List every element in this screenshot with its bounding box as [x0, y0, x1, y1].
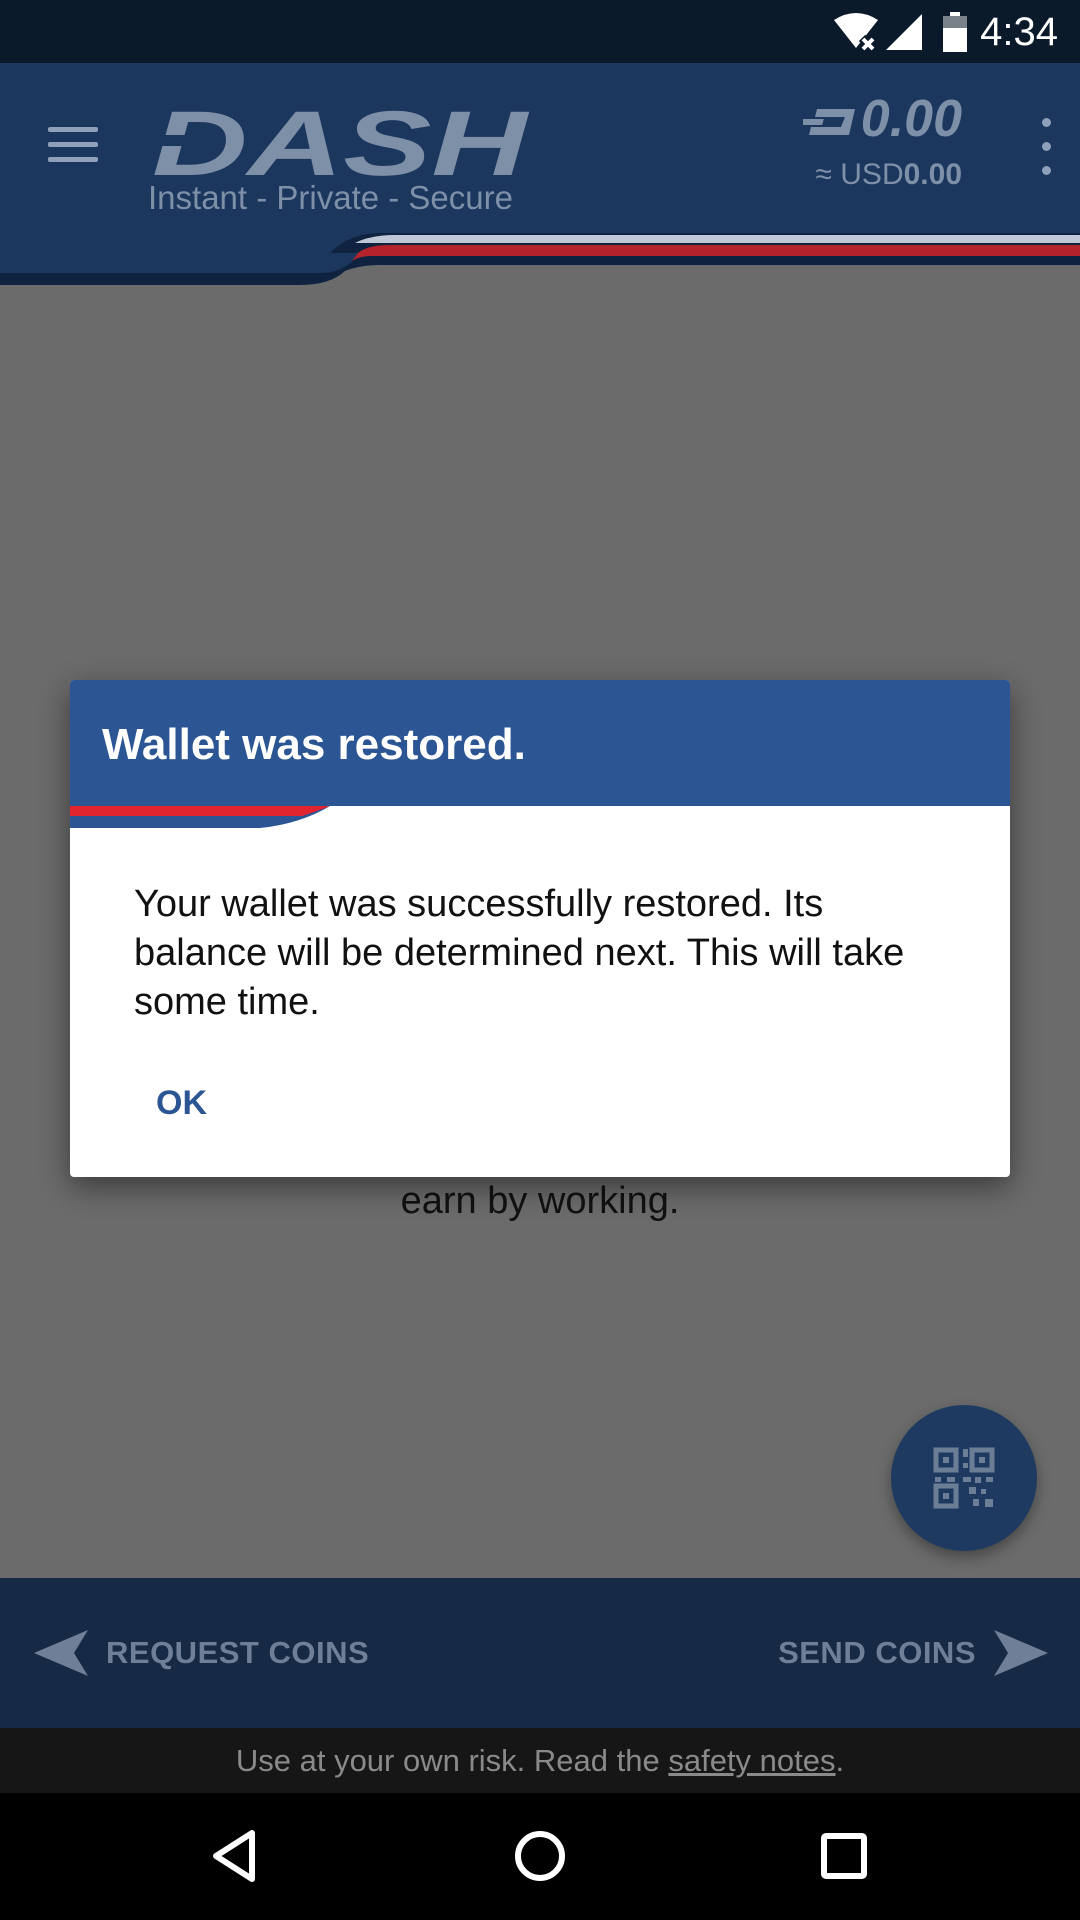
arrow-right-icon: [994, 1630, 1048, 1676]
status-bar: 4:34: [0, 0, 1080, 63]
request-coins-label: REQUEST COINS: [106, 1635, 370, 1670]
dialog-header: Wallet was restored.: [70, 680, 1010, 830]
empty-state-text: earn by working.: [400, 1180, 680, 1222]
back-icon[interactable]: [190, 1811, 280, 1901]
disclaimer-suffix: .: [835, 1743, 845, 1778]
wallet-restored-dialog: Wallet was restored. Your wallet was suc…: [70, 680, 1010, 1177]
arrow-left-icon: [34, 1630, 88, 1676]
qr-code-scan-icon: [933, 1447, 995, 1509]
app-header: DASH Instant - Private - Secure 0.00 ≈ U…: [0, 63, 1080, 288]
ok-button[interactable]: OK: [156, 1078, 207, 1128]
more-vert-icon[interactable]: [1026, 108, 1066, 188]
fiat-balance: ≈ USD0.00: [815, 155, 962, 195]
signal-icon: [886, 14, 922, 50]
recents-icon[interactable]: [799, 1811, 889, 1901]
wifi-off-icon: [834, 13, 878, 52]
disclaimer-bar: Use at your own risk. Read the safety no…: [0, 1728, 1080, 1793]
dialog-title: Wallet was restored.: [102, 720, 526, 769]
send-coins-label: SEND COINS: [778, 1635, 976, 1670]
tagline: Instant - Private - Secure: [148, 179, 513, 216]
dialog-swoosh: [70, 806, 1010, 830]
hamburger-menu-icon[interactable]: [40, 115, 100, 175]
disclaimer-prefix: Use at your own risk. Read the: [235, 1743, 669, 1778]
dash-balance: 0.00: [797, 89, 962, 149]
balance-value: 0.00: [860, 90, 962, 148]
dash-logo: DASH: [142, 103, 531, 195]
send-coins-button[interactable]: SEND COINS: [778, 1578, 1048, 1728]
dialog-message: Your wallet was successfully restored. I…: [134, 883, 905, 1023]
fiat-prefix: ≈ USD: [815, 158, 904, 191]
home-icon[interactable]: [495, 1811, 585, 1901]
header-swoosh: [0, 233, 1080, 288]
scan-qr-button[interactable]: [891, 1405, 1037, 1551]
status-time: 4:34: [980, 10, 1058, 54]
safety-notes-link[interactable]: safety notes: [668, 1743, 835, 1778]
dash-currency-icon: [797, 109, 855, 136]
bottom-action-bar: REQUEST COINS SEND COINS: [0, 1578, 1080, 1728]
fiat-value: 0.00: [903, 158, 962, 191]
battery-icon: [943, 12, 967, 52]
request-coins-button[interactable]: REQUEST COINS: [34, 1578, 369, 1728]
system-nav-bar: [0, 1793, 1080, 1920]
